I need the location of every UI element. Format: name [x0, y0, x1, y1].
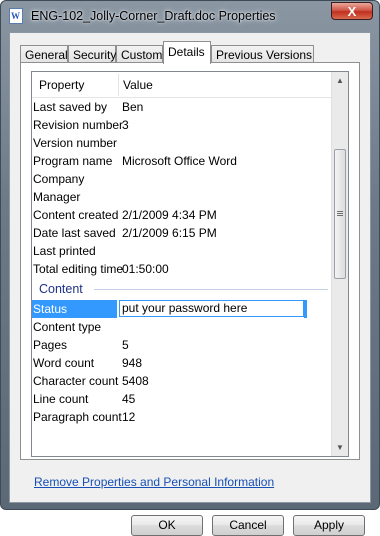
table-row[interactable]: Company: [32, 170, 332, 188]
apply-button[interactable]: Apply: [293, 515, 365, 536]
remove-properties-link[interactable]: Remove Properties and Personal Informati…: [34, 475, 274, 489]
scroll-thumb[interactable]: [334, 149, 346, 279]
close-button[interactable]: X: [331, 2, 373, 20]
table-row[interactable]: Version number: [32, 134, 332, 152]
property-name: Company: [33, 172, 85, 186]
property-name: Content created: [33, 208, 119, 222]
edit-field-edge: [304, 300, 307, 318]
property-name: Paragraph count: [33, 410, 122, 424]
table-row[interactable]: Line count 45: [32, 390, 332, 408]
tab-custom[interactable]: Custom: [116, 45, 163, 63]
status-value-edit-field[interactable]: put your password here: [119, 300, 304, 317]
property-value: 948: [122, 356, 143, 370]
grip-line: [337, 215, 343, 216]
table-row[interactable]: Character count 5408: [32, 372, 332, 390]
word-document-icon: W: [9, 8, 23, 24]
list-header: Property Value: [32, 72, 332, 98]
property-value: Microsoft Office Word: [122, 154, 237, 168]
group-divider: [94, 289, 328, 290]
tab-security[interactable]: Security: [68, 45, 116, 63]
table-row[interactable]: Content created 2/1/2009 4:34 PM: [32, 206, 332, 224]
property-value: 2/1/2009 6:15 PM: [122, 226, 217, 240]
property-name: Character count: [33, 374, 119, 388]
table-row[interactable]: Program name Microsoft Office Word: [32, 152, 332, 170]
grip-line: [337, 213, 343, 214]
property-value: Ben: [122, 100, 144, 114]
property-name: Last printed: [33, 244, 96, 258]
property-value: 5: [122, 338, 129, 352]
property-name: Line count: [33, 392, 89, 406]
tab-details[interactable]: Details: [163, 41, 211, 64]
property-name: Content type: [33, 320, 102, 334]
table-row[interactable]: Last printed: [32, 242, 332, 260]
dialog-body: General Security Custom Details Previous…: [9, 32, 371, 536]
property-name: Status: [32, 300, 117, 318]
property-value: 01:50:00: [122, 262, 169, 276]
details-panel: Property Value Last saved by Ben Revisio…: [20, 62, 360, 460]
property-name: Version number: [33, 136, 118, 150]
grip-line: [337, 211, 343, 212]
property-name: Pages: [33, 338, 68, 352]
table-row[interactable]: Paragraph count 12: [32, 408, 332, 426]
property-name: Program name: [33, 154, 113, 168]
property-value: 2/1/2009 4:34 PM: [122, 208, 217, 222]
group-label: Content: [39, 282, 83, 296]
scroll-down-arrow-icon[interactable]: ▼: [332, 439, 348, 456]
property-name: Date last saved: [33, 226, 116, 240]
table-row[interactable]: Revision number 3: [32, 116, 332, 134]
property-name: Total editing time: [33, 262, 124, 276]
table-row[interactable]: Content type: [32, 318, 332, 336]
property-name: Revision number: [33, 118, 124, 132]
cancel-button[interactable]: Cancel: [212, 515, 284, 536]
property-name: Word count: [33, 356, 95, 370]
ok-button[interactable]: OK: [131, 515, 203, 536]
table-row[interactable]: Total editing time 01:50:00: [32, 260, 332, 278]
property-value: 45: [122, 392, 136, 406]
property-list[interactable]: Property Value Last saved by Ben Revisio…: [31, 71, 349, 457]
column-header-value[interactable]: Value: [123, 72, 153, 97]
vertical-scrollbar[interactable]: ▲ ▼: [331, 72, 348, 456]
property-value: 12: [122, 410, 136, 424]
tab-general[interactable]: General: [20, 45, 68, 63]
property-name: Manager: [33, 190, 81, 204]
property-name: Last saved by: [33, 100, 108, 114]
group-header-content[interactable]: Content: [32, 280, 332, 298]
table-row[interactable]: Last saved by Ben: [32, 98, 332, 116]
title-bar[interactable]: W ENG-102_Jolly-Corner_Draft.doc Propert…: [1, 1, 379, 33]
property-value: 5408: [122, 374, 149, 388]
table-row[interactable]: Pages 5: [32, 336, 332, 354]
properties-dialog: W ENG-102_Jolly-Corner_Draft.doc Propert…: [0, 0, 380, 536]
property-value: 3: [122, 118, 129, 132]
table-row-selected[interactable]: Status put your password here: [32, 300, 332, 318]
table-row[interactable]: Date last saved 2/1/2009 6:15 PM: [32, 224, 332, 242]
tab-previous-versions[interactable]: Previous Versions: [211, 45, 314, 63]
table-row[interactable]: Word count 948: [32, 354, 332, 372]
scroll-up-arrow-icon[interactable]: ▲: [332, 72, 348, 89]
table-row[interactable]: Manager: [32, 188, 332, 206]
window-title: ENG-102_Jolly-Corner_Draft.doc Propertie…: [31, 9, 276, 23]
column-divider[interactable]: [118, 74, 119, 96]
column-header-property[interactable]: Property: [39, 72, 84, 97]
